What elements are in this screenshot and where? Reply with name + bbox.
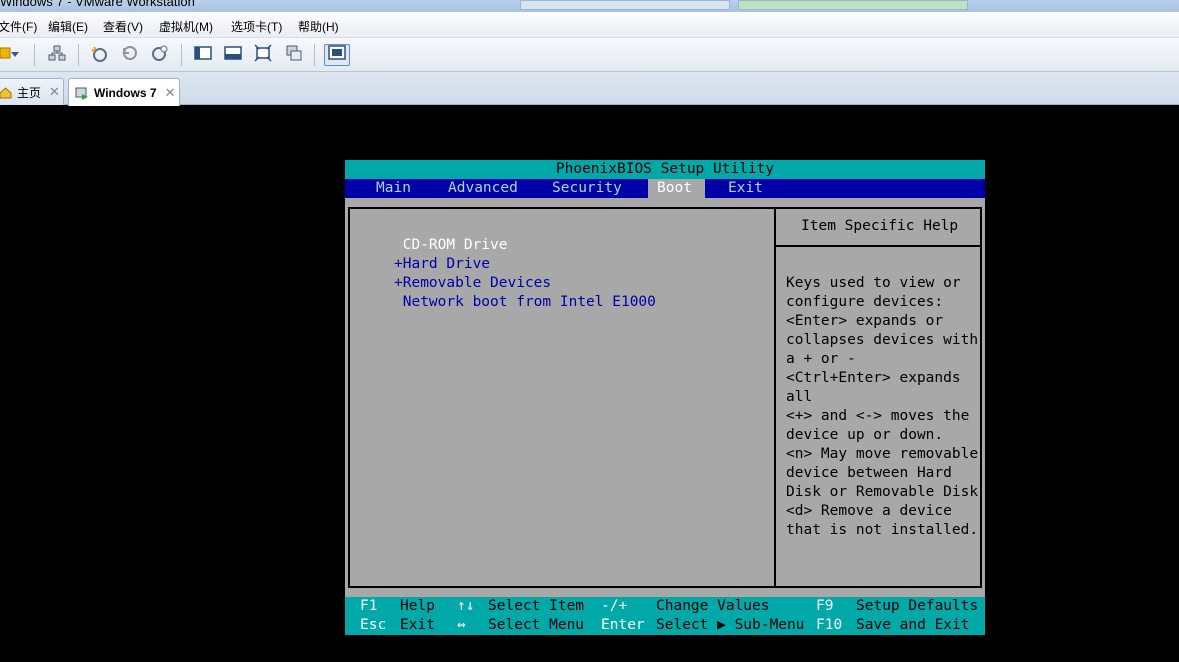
- menu-bar: 文件(F) 编辑(E) 查看(V) 虚拟机(M) 选项卡(T) 帮助(H): [0, 12, 1179, 38]
- key-updown: ↑↓: [457, 598, 475, 614]
- home-icon: [0, 86, 12, 99]
- menu-file[interactable]: 文件(F): [0, 18, 37, 35]
- key-leftright: ↔: [457, 617, 466, 633]
- view-stretch-button[interactable]: [324, 44, 350, 66]
- help-line: device up or down.: [786, 427, 944, 443]
- snapshot-take-icon: [90, 44, 108, 67]
- key-leftright-desc: Select Menu: [488, 617, 585, 633]
- view-stretch-icon: [328, 44, 346, 66]
- help-line: <+> and <-> moves the: [786, 408, 970, 424]
- key-enter: Enter: [601, 617, 645, 633]
- boot-item-hard-drive[interactable]: +Hard Drive: [394, 255, 490, 274]
- bios-menu-advanced[interactable]: Advanced: [444, 179, 522, 198]
- snapshot-take-button[interactable]: [88, 44, 110, 66]
- boot-item-cdrom[interactable]: CD-ROM Drive: [394, 236, 508, 255]
- close-icon[interactable]: ✕: [165, 85, 176, 101]
- close-icon[interactable]: ✕: [49, 84, 60, 100]
- key-f1-desc: Help: [400, 598, 435, 614]
- network-button[interactable]: [46, 44, 68, 66]
- network-icon: [48, 44, 66, 67]
- help-line: device between Hard: [786, 465, 952, 481]
- view-console-icon: [194, 44, 212, 67]
- view-quick-switch-button[interactable]: [222, 44, 244, 66]
- key-esc: Esc: [360, 617, 387, 633]
- bios-menu-main[interactable]: Main: [372, 179, 415, 198]
- toolbar: [0, 38, 1179, 72]
- bios-menu-security[interactable]: Security: [548, 179, 626, 198]
- vm-running-icon: [75, 86, 89, 100]
- tab-home-label: 主页: [17, 85, 42, 100]
- view-unity-icon: [285, 44, 303, 67]
- snapshot-revert-button[interactable]: [119, 44, 141, 66]
- help-line: configure devices:: [786, 294, 944, 310]
- snapshot-revert-icon: [121, 44, 139, 67]
- bios-menu-exit[interactable]: Exit: [724, 179, 767, 198]
- menu-view[interactable]: 查看(V): [103, 18, 143, 35]
- help-line: Disk or Removable Disk: [786, 484, 979, 500]
- help-line: <Enter> expands or: [786, 313, 944, 329]
- bios-boot-panel: CD-ROM Drive +Hard Drive +Removable Devi…: [348, 207, 982, 588]
- key-esc-desc: Exit: [400, 617, 435, 633]
- snapshot-manager-icon: [151, 44, 169, 67]
- toolbar-separator: [34, 44, 35, 66]
- menu-edit[interactable]: 编辑(E): [48, 18, 88, 35]
- tab-windows-7[interactable]: Windows 7 ✕: [68, 78, 180, 106]
- view-console-button[interactable]: [192, 44, 214, 66]
- boot-item-network[interactable]: Network boot from Intel E1000: [394, 293, 656, 312]
- panel-divider: [774, 209, 776, 586]
- help-line: <d> Remove a device: [786, 503, 952, 519]
- view-fullscreen-button[interactable]: [252, 43, 274, 67]
- background-taskbar-item: [738, 0, 968, 10]
- tab-home[interactable]: 主页 ✕: [0, 78, 64, 105]
- window-titlebar: Windows 7 - VMware Workstation: [0, 0, 1179, 12]
- power-dropdown-button[interactable]: [8, 44, 22, 66]
- help-title: Item Specific Help: [801, 218, 959, 234]
- bios-menu-bar: Main Advanced Security Boot Exit: [345, 179, 985, 198]
- bios-menu-boot[interactable]: Boot: [648, 179, 705, 198]
- key-f10: F10: [816, 617, 843, 633]
- bios-screen[interactable]: PhoenixBIOS Setup Utility Main Advanced …: [345, 160, 985, 635]
- key-minus-plus-desc: Change Values: [656, 598, 770, 614]
- help-line: <n> May move removable: [786, 446, 979, 462]
- help-line: a + or -: [786, 351, 856, 367]
- help-line: that is not installed.: [786, 522, 979, 538]
- key-enter-desc: Select ▶ Sub-Menu: [656, 617, 805, 633]
- dropdown-arrow-icon: [10, 46, 20, 64]
- toolbar-separator: [314, 44, 315, 66]
- help-line: <Ctrl+Enter> expands: [786, 370, 961, 386]
- background-taskbar-item: [520, 0, 730, 10]
- window-title: Windows 7 - VMware Workstation: [0, 0, 195, 9]
- key-f9: F9: [816, 598, 834, 614]
- help-line: collapses devices with: [786, 332, 979, 348]
- view-unity-button[interactable]: [283, 44, 305, 66]
- key-f1: F1: [360, 598, 378, 614]
- key-f9-desc: Setup Defaults: [856, 598, 979, 614]
- bios-title: PhoenixBIOS Setup Utility: [345, 160, 985, 179]
- boot-item-removable[interactable]: +Removable Devices: [394, 274, 551, 293]
- bios-key-legend: F1 Help ↑↓ Select Item -/+ Change Values…: [345, 597, 985, 635]
- vm-tab-strip: 主页 ✕ Windows 7 ✕: [0, 72, 1179, 106]
- key-f10-desc: Save and Exit: [856, 617, 970, 633]
- key-minus-plus: -/+: [601, 598, 628, 614]
- tab-windows-7-label: Windows 7: [94, 85, 157, 100]
- toolbar-separator: [78, 44, 79, 66]
- help-line: Keys used to view or: [786, 275, 961, 291]
- menu-tabs[interactable]: 选项卡(T): [231, 18, 282, 35]
- snapshot-manager-button[interactable]: [149, 44, 171, 66]
- menu-vm[interactable]: 虚拟机(M): [159, 18, 213, 35]
- toolbar-separator: [181, 44, 182, 66]
- key-updown-desc: Select Item: [488, 598, 585, 614]
- help-line: all: [786, 389, 813, 405]
- menu-help[interactable]: 帮助(H): [298, 18, 339, 35]
- view-quick-switch-icon: [224, 44, 242, 67]
- help-divider: [776, 245, 982, 247]
- view-fullscreen-icon: [254, 43, 272, 67]
